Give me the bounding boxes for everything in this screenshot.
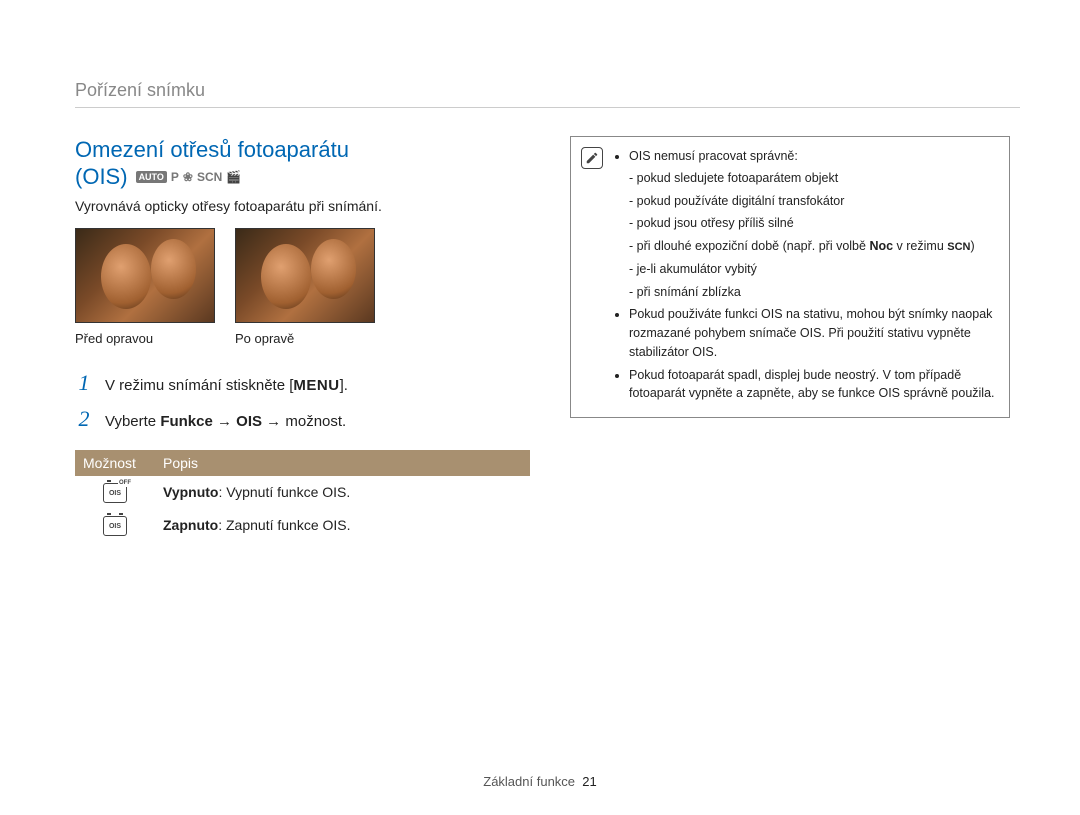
step-1-post: ]. — [340, 377, 348, 394]
ois-off-icon: OIS — [103, 483, 127, 503]
step-2-text: Vyberte Funkce → OIS → možnost. — [105, 413, 346, 430]
ois-on-label: Zapnuto — [163, 517, 218, 533]
mode-movie-icon: 🎬 — [226, 170, 241, 184]
page-title-line2: (OIS) AUTO P ❀ SCN 🎬 — [75, 164, 530, 190]
ois-off-desc: Vypnuto: Vypnutí funkce OIS. — [155, 476, 530, 509]
mode-auto-icon: AUTO — [136, 171, 167, 183]
ois-off-label: Vypnuto — [163, 484, 218, 500]
ois-off-icon-cell: OIS — [75, 476, 155, 509]
photo-before — [75, 228, 215, 323]
mode-plant-icon: ❀ — [183, 170, 193, 184]
manual-page: Pořízení snímku Omezení otřesů fotoapará… — [0, 0, 1080, 815]
page-number: 21 — [582, 774, 596, 789]
mode-p-icon: P — [171, 170, 179, 184]
caption-after: Po opravě — [235, 331, 375, 346]
options-row-on: OIS Zapnuto: Zapnutí funkce OIS. — [75, 509, 530, 542]
note-s4e: ) — [970, 239, 974, 253]
note-s4b: Noc — [869, 239, 893, 253]
note-list: OIS nemusí pracovat správně: pokud sledu… — [615, 147, 995, 403]
footer-label: Základní funkce — [483, 774, 575, 789]
page-title-line1: Omezení otřesů fotoaparátu — [75, 136, 530, 164]
ois-on-text: : Zapnutí funkce OIS. — [218, 517, 350, 533]
note-sub-4: při dlouhé expoziční době (např. při vol… — [629, 237, 995, 256]
note-sub-2: pokud používáte digitální transfokátor — [629, 192, 995, 211]
note-sub-1: pokud sledujete fotoaparátem objekt — [629, 169, 995, 188]
subtitle-text: Vyrovnává opticky otřesy fotoaparátu při… — [75, 198, 530, 214]
step-1-pre: V režimu snímání stiskněte [ — [105, 377, 293, 394]
section-header: Pořízení snímku — [75, 80, 1020, 108]
menu-key: MENU — [293, 377, 339, 394]
step-2-pre: Vyberte — [105, 413, 160, 430]
ois-off-text: : Vypnutí funkce OIS. — [218, 484, 350, 500]
note-bullet-2: Pokud použiváte funkci OIS na stativu, m… — [629, 305, 995, 361]
options-header-row: Možnost Popis — [75, 450, 530, 476]
note-sublist: pokud sledujete fotoaparátem objekt poku… — [629, 169, 995, 302]
note-bullet-1: OIS nemusí pracovat správně: pokud sledu… — [629, 147, 995, 301]
mode-icons: AUTO P ❀ SCN 🎬 — [136, 170, 242, 184]
title-ois: (OIS) — [75, 164, 128, 190]
step-1-number: 1 — [75, 370, 93, 396]
page-footer: Základní funkce 21 — [0, 774, 1080, 789]
caption-row: Před opravou Po opravě — [75, 331, 530, 346]
pencil-note-icon — [585, 151, 599, 165]
note-s4d: SCN — [947, 241, 970, 253]
mode-scn-icon: SCN — [197, 170, 222, 184]
photo-row — [75, 228, 530, 323]
photo-after — [235, 228, 375, 323]
right-column: OIS nemusí pracovat správně: pokud sledu… — [570, 136, 1010, 542]
options-header-desc: Popis — [155, 450, 530, 476]
step-1: 1 V režimu snímání stiskněte [MENU]. — [75, 370, 530, 396]
steps-list: 1 V režimu snímání stiskněte [MENU]. 2 V… — [75, 370, 530, 432]
step-2-number: 2 — [75, 406, 93, 432]
left-column: Omezení otřesů fotoaparátu (OIS) AUTO P … — [75, 136, 530, 542]
note-s4a: při dlouhé expoziční době (např. při vol… — [637, 239, 870, 253]
note-sub-3: pokud jsou otřesy příliš silné — [629, 214, 995, 233]
options-row-off: OIS Vypnuto: Vypnutí funkce OIS. — [75, 476, 530, 509]
note-s4c: v režimu — [893, 239, 947, 253]
page-columns: Omezení otřesů fotoaparátu (OIS) AUTO P … — [75, 136, 1020, 542]
note-icon — [581, 147, 603, 169]
step-2-arrow1: → — [213, 413, 236, 430]
ois-on-icon: OIS — [103, 516, 127, 536]
step-2-b1: Funkce — [160, 413, 213, 430]
options-table: Možnost Popis OIS Vypnuto: Vypnutí funkc… — [75, 450, 530, 542]
note-box: OIS nemusí pracovat správně: pokud sledu… — [570, 136, 1010, 418]
step-2-post: → možnost. — [262, 413, 346, 430]
note-b1-text: OIS nemusí pracovat správně: — [629, 149, 798, 163]
ois-on-icon-cell: OIS — [75, 509, 155, 542]
caption-before: Před opravou — [75, 331, 215, 346]
note-bullet-3: Pokud fotoaparát spadl, displej bude neo… — [629, 366, 995, 404]
options-header-option: Možnost — [75, 450, 155, 476]
note-sub-5: je-li akumulátor vybitý — [629, 260, 995, 279]
ois-on-desc: Zapnuto: Zapnutí funkce OIS. — [155, 509, 530, 542]
step-2: 2 Vyberte Funkce → OIS → možnost. — [75, 406, 530, 432]
note-sub-6: při snímání zblízka — [629, 283, 995, 302]
step-2-b2: OIS — [236, 413, 262, 430]
step-1-text: V režimu snímání stiskněte [MENU]. — [105, 377, 348, 394]
